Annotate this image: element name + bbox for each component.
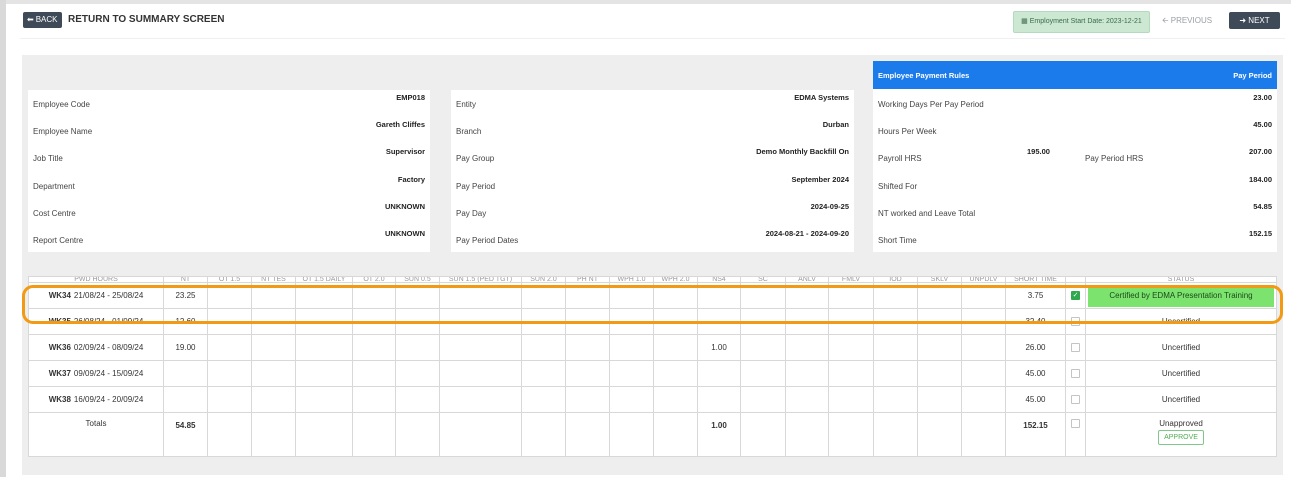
totals-ns4: 1.00 [697,412,741,457]
calendar-icon: ▦ [1021,18,1028,25]
report-centre-row: Report Centre UNKNOWN [33,229,425,245]
arrow-left-icon: ⬅ [27,15,34,24]
checkbox[interactable] [1071,369,1080,379]
left-edge [0,0,6,477]
payment-rules-box: Employee Payment Rules Pay Period Workin… [873,61,1277,252]
totals-status-cell: Unapproved APPROVE [1085,412,1277,457]
payment-rules-header: Employee Payment Rules Pay Period [873,61,1277,89]
table-row[interactable]: WK36 02/09/24 - 08/09/24 19.00 1.00 26.00… [28,334,1277,361]
certify-checkbox-cell[interactable]: ✓ [1065,282,1086,309]
branch-row: Branch Durban [456,120,849,136]
short-time-cell: 26.00 [1005,334,1066,361]
totals-nt: 54.85 [163,412,208,457]
employee-name-row: Employee Name Gareth Cliffes [33,120,425,136]
checkbox[interactable] [1071,317,1080,327]
nt-leave-row: NT worked and Leave Total 54.85 [878,202,1272,218]
employee-code-row: Employee Code EMP018 [33,93,425,109]
ns4-cell [697,308,741,335]
col-header: OT 1.5 DAILY [295,276,353,283]
pay-period-row: Pay Period September 2024 [456,175,849,191]
totals-label: Totals [28,412,164,457]
col-header: SUN 1.5 (PED TGT) [439,276,522,283]
checkbox[interactable] [1071,343,1080,353]
job-title-row: Job Title Supervisor [33,147,425,163]
ns4-cell [697,282,741,309]
nt-cell: 12.60 [163,308,208,335]
payroll-hrs-row: Payroll HRS 195.00 Pay Period HRS 207.00 [878,147,1272,163]
pay-group-row: Pay Group Demo Monthly Backfill On [456,147,849,163]
week-cell: WK35 26/08/24 - 01/09/24 [28,308,164,335]
nt-cell [163,360,208,387]
back-button[interactable]: ⬅ BACK [23,12,62,28]
shifted-for-row: Shifted For 184.00 [878,175,1272,191]
entity-info-box: Entity EDMA Systems Branch Durban Pay Gr… [451,90,854,252]
entity-row: Entity EDMA Systems [456,93,849,109]
checkbox[interactable] [1071,419,1080,429]
hours-per-week-row: Hours Per Week 45.00 [878,120,1272,136]
employment-start-date-badge: ▦ Employment Start Date: 2023-12-21 [1013,11,1150,33]
week-cell: WK34 21/08/24 - 25/08/24 [28,282,164,309]
ns4-cell [697,386,741,413]
certify-checkbox-cell[interactable] [1065,334,1086,361]
short-time-cell: 32.40 [1005,308,1066,335]
nt-cell: 19.00 [163,334,208,361]
short-time-cell: 3.75 [1005,282,1066,309]
short-time-cell: 45.00 [1005,360,1066,387]
arrow-right-icon: ➜ [1239,16,1247,25]
status-cell: Uncertified [1085,308,1277,335]
certify-checkbox-cell[interactable] [1065,360,1086,387]
checkbox-checked[interactable]: ✓ [1071,291,1080,301]
totals-checkbox-cell[interactable] [1065,412,1086,457]
short-time-cell: 45.00 [1005,386,1066,413]
totals-short-time: 152.15 [1005,412,1066,457]
ns4-cell [697,360,741,387]
department-row: Department Factory [33,175,425,191]
pay-period-dates-row: Pay Period Dates 2024-08-21 - 2024-09-20 [456,229,849,245]
certify-checkbox-cell[interactable] [1065,308,1086,335]
status-cell: Uncertified [1085,386,1277,413]
certify-checkbox-cell[interactable] [1065,386,1086,413]
nt-cell [163,386,208,413]
employee-info-box: Employee Code EMP018 Employee Name Garet… [28,90,430,252]
table-row[interactable]: WK38 16/09/24 - 20/09/24 45.00 Uncertifie… [28,386,1277,413]
totals-status: Unapproved [1159,419,1203,428]
col-header: SHORT TIME [1005,276,1066,283]
table-row[interactable]: WK37 09/09/24 - 15/09/24 45.00 Uncertifie… [28,360,1277,387]
header-divider [20,38,1285,39]
approve-button[interactable]: APPROVE [1158,430,1204,445]
next-button[interactable]: ➜ NEXT [1229,12,1280,29]
pay-day-row: Pay Day 2024-09-25 [456,202,849,218]
nt-cell: 23.25 [163,282,208,309]
hours-table: PWD HOURS NT OT 1.5 NT TES OT 1.5 DAILY … [28,276,1277,457]
status-cell: Uncertified [1085,360,1277,387]
arrow-left-icon: 🡨 [1162,16,1169,25]
week-cell: WK38 16/09/24 - 20/09/24 [28,386,164,413]
week-cell: WK36 02/09/24 - 08/09/24 [28,334,164,361]
table-row[interactable]: WK34 21/08/24 - 25/08/24 23.25 3.75 ✓ Cer… [28,282,1277,309]
table-row[interactable]: WK35 26/08/24 - 01/09/24 12.60 32.40 Unce… [28,308,1277,335]
totals-row: Totals 54.85 1.00 152.15 Unapproved APPR… [28,412,1277,457]
status-cell: Certified by EDMA Presentation Training [1085,282,1277,309]
ns4-cell: 1.00 [697,334,741,361]
status-certified-badge: Certified by EDMA Presentation Training [1088,284,1274,307]
cost-centre-row: Cost Centre UNKNOWN [33,202,425,218]
status-cell: Uncertified [1085,334,1277,361]
short-time-row: Short Time 152.15 [878,229,1272,245]
previous-button[interactable]: 🡨 PREVIOUS [1162,15,1212,29]
checkbox[interactable] [1071,395,1080,405]
top-border [0,0,1291,4]
working-days-row: Working Days Per Pay Period 23.00 [878,93,1272,109]
page-title: RETURN TO SUMMARY SCREEN [68,14,225,25]
week-cell: WK37 09/09/24 - 15/09/24 [28,360,164,387]
